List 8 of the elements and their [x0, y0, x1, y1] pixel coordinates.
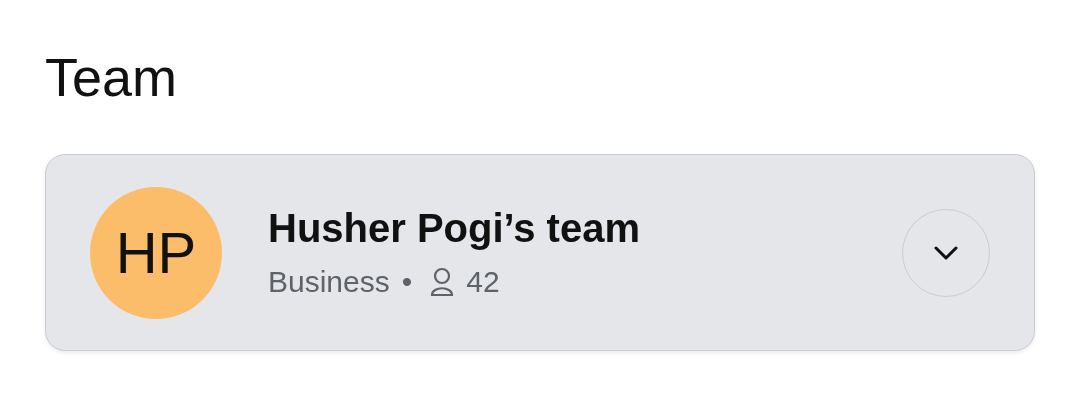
person-icon: [430, 266, 455, 297]
section-title: Team: [45, 46, 179, 109]
chevron-icon: [934, 245, 958, 260]
team-name: Husher Pogi’s team: [268, 204, 641, 252]
member-count: 42: [466, 263, 500, 300]
avatar: HP: [90, 186, 222, 319]
plan-label: Business: [268, 263, 390, 300]
separator-dot: •: [401, 263, 413, 300]
